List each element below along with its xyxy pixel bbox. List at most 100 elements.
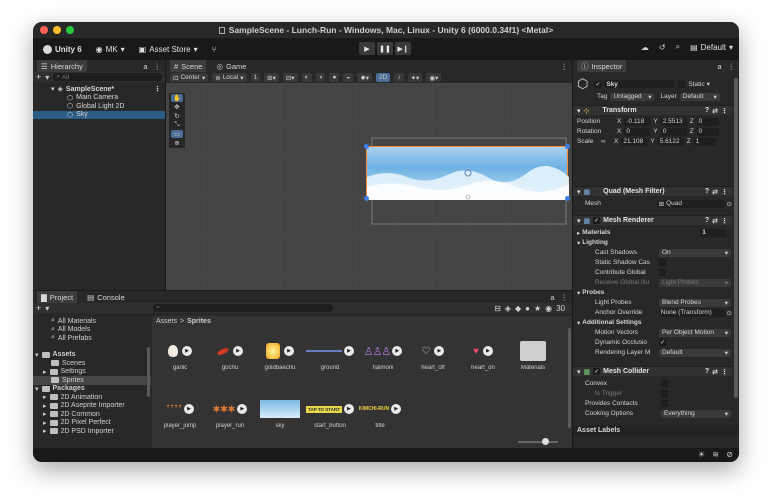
shading-button[interactable]: ◑ <box>315 73 326 82</box>
static-shadow-checkbox[interactable] <box>659 259 666 267</box>
tree-packages[interactable]: ▾ Packages <box>33 385 151 394</box>
kebab-menu-icon[interactable]: ⋮ <box>721 217 728 225</box>
asset-player-jump[interactable]: ꜛꜛꜛꜛ ▶ player_jump <box>156 398 204 429</box>
preset-icon[interactable]: ⇄ <box>712 188 718 196</box>
tab-hierarchy[interactable]: ☰ Hierarchy <box>37 60 87 72</box>
zoom-window-button[interactable] <box>66 26 74 34</box>
hidden-packages-icon[interactable]: ◉ <box>545 304 552 313</box>
transform-tool-button[interactable]: ⊕ <box>171 139 183 147</box>
object-picker-icon[interactable]: ⊙ <box>727 200 732 208</box>
cast-shadows-dropdown[interactable]: On ▾ <box>659 248 731 257</box>
effects-dropdown[interactable]: ✦▾ <box>407 73 423 82</box>
anchor-override-field[interactable]: None (Transform) <box>658 308 725 317</box>
tree-2d-psd[interactable]: ▸ 2D PSD Importer <box>33 427 151 436</box>
transform-header[interactable]: ▾ ⊹ Transform ? ⇄ ⋮ <box>573 105 732 115</box>
draw-mode-button[interactable]: ◐ <box>301 73 312 82</box>
add-icon[interactable]: + <box>36 303 41 313</box>
provides-contacts-checkbox[interactable] <box>661 400 668 408</box>
resize-handle-tr[interactable] <box>565 144 570 149</box>
close-window-button[interactable] <box>40 26 48 34</box>
breadcrumb-sprites[interactable]: Sprites <box>187 318 211 325</box>
grid-snap-field[interactable]: 1 <box>250 73 261 82</box>
preset-icon[interactable]: ⇄ <box>712 107 718 115</box>
lighting-foldout[interactable]: ▾ Lighting <box>573 238 732 248</box>
thumbnail-size-slider[interactable] <box>518 438 558 445</box>
tree-all-models[interactable]: ⌕ All Models <box>33 326 151 335</box>
tab-console[interactable]: ▤ Console <box>83 291 129 303</box>
scale-z-field[interactable]: 1 <box>693 137 716 146</box>
lighting-toggle[interactable]: ✹▾ <box>357 73 373 82</box>
mesh-filter-header[interactable]: ▾ ▦ Quad (Mesh Filter) ? ⇄ ⋮ <box>573 186 732 196</box>
materials-count-field[interactable]: 1 <box>700 228 727 237</box>
asset-labels-bar[interactable]: Asset Labels <box>573 425 739 436</box>
materials-row[interactable]: ▸ Materials 1 <box>573 228 732 238</box>
search-icon[interactable]: ⌕ <box>676 42 680 52</box>
asset-ground[interactable]: ▶ ground <box>302 340 358 371</box>
asset-start-button[interactable]: TAP TO START ▶ start_button <box>306 398 354 429</box>
warning-icon[interactable]: ● <box>525 304 530 313</box>
mesh-object-field[interactable]: ⊞ Quad <box>656 199 725 208</box>
bug-icon[interactable]: ☀ <box>698 450 705 459</box>
tag-icon[interactable]: ◆ <box>515 304 521 313</box>
scene-row[interactable]: ▾ ◈ SampleScene* ⋮ <box>33 85 165 94</box>
scale-tool-button[interactable]: ⤡ <box>171 121 183 129</box>
mesh-renderer-header[interactable]: ▾ ▦ ✓ Mesh Renderer ? ⇄ ⋮ <box>573 215 732 225</box>
cooking-options-dropdown[interactable]: Everything ▾ <box>661 409 731 418</box>
pivot-local-dropdown[interactable]: ⊛ Local ▾ <box>212 73 247 82</box>
light-probes-dropdown[interactable]: Blend Probes ▾ <box>659 298 731 307</box>
static-checkbox[interactable] <box>678 80 686 88</box>
resize-handle-br[interactable] <box>565 196 570 201</box>
convex-checkbox[interactable] <box>661 380 668 388</box>
hierarchy-item-global-light[interactable]: ⬡ Global Light 2D <box>33 102 165 111</box>
kebab-menu-icon[interactable]: ⋮ <box>561 62 569 71</box>
kebab-menu-icon[interactable]: ⋮ <box>721 368 728 376</box>
layer-dropdown[interactable]: Default ▾ <box>679 92 720 101</box>
lock-icon[interactable]: a <box>550 293 554 302</box>
slider-thumb[interactable] <box>542 438 549 445</box>
mesh-collider-header[interactable]: ▾ ▦ ✓ Mesh Collider ? ⇄ ⋮ <box>573 366 732 376</box>
tree-settings[interactable]: ▸ Settings <box>33 368 151 377</box>
asset-garlic[interactable]: ▶ garlic <box>156 340 204 371</box>
hand-tool-button[interactable]: ✋ <box>171 94 183 102</box>
rotate-tool-button[interactable]: ↻ <box>171 112 183 120</box>
link-icon[interactable]: ∞ <box>601 138 611 145</box>
motion-vectors-dropdown[interactable]: Per Object Motion ▾ <box>659 328 731 337</box>
additional-settings-foldout[interactable]: ▾ Additional Settings <box>573 318 732 328</box>
check-circle-icon[interactable]: ⊘ <box>726 450 733 459</box>
resize-handle-bl[interactable] <box>364 196 369 201</box>
filter-label-icon[interactable]: ◈ <box>505 304 511 313</box>
lock-icon[interactable]: a <box>717 62 721 71</box>
tree-scrollbar[interactable] <box>147 347 150 397</box>
wireframe-button[interactable]: ◒ <box>343 73 354 82</box>
active-checkbox[interactable]: ✓ <box>594 80 602 88</box>
history-icon[interactable]: ↺ <box>659 43 666 52</box>
asset-store-button[interactable]: ▣ Asset Store ▾ <box>135 43 202 56</box>
rect-tool-button[interactable]: ▭ <box>171 130 183 138</box>
scene-viewport[interactable]: ✋ ✥ ↻ ⤡ ▭ ⊕ ▭ ▦ ▩ ◐ ✎ ⌕ ▤ ⇄ <box>166 83 572 290</box>
rotation-x-field[interactable]: 0 <box>624 127 651 136</box>
tree-2d-aseprite[interactable]: ▸ 2D Aseprite Importer <box>33 402 151 411</box>
tree-2d-common[interactable]: ▸ 2D Common <box>33 410 151 419</box>
contribute-gi-checkbox[interactable] <box>659 269 666 277</box>
tree-scenes[interactable]: Scenes <box>33 359 151 368</box>
sky-sprite[interactable] <box>364 144 570 201</box>
pivot-center-dropdown[interactable]: ⊡ Center ▾ <box>170 73 209 82</box>
tag-dropdown[interactable]: Untagged ▾ <box>610 92 655 101</box>
hierarchy-item-main-camera[interactable]: ⬡ Main Camera <box>33 94 165 103</box>
asset-materials-folder[interactable]: Materials <box>509 340 557 371</box>
scale-x-field[interactable]: 21.108 <box>621 137 648 146</box>
mesh-collider-enabled-checkbox[interactable]: ✓ <box>593 368 601 375</box>
lit-button[interactable]: ● <box>329 73 340 82</box>
tree-2d-pixel-perfect[interactable]: ▸ 2D Pixel Perfect <box>33 419 151 428</box>
move-tool-button[interactable]: ✥ <box>171 103 183 111</box>
layout-dropdown[interactable]: ▤ Default ▾ <box>690 43 733 52</box>
kebab-menu-icon[interactable]: ⋮ <box>721 188 728 196</box>
kebab-menu-icon[interactable]: ⋮ <box>154 62 162 71</box>
hierarchy-item-sky[interactable]: ⬡ Sky <box>33 110 165 119</box>
version-control-button[interactable]: ⑂ <box>208 43 221 56</box>
add-icon[interactable]: + <box>36 72 41 82</box>
help-icon[interactable]: ? <box>705 368 709 375</box>
help-icon[interactable]: ? <box>705 107 709 114</box>
breadcrumb-assets[interactable]: Assets <box>156 318 177 325</box>
tab-project[interactable]: ▇ Project <box>37 291 78 303</box>
